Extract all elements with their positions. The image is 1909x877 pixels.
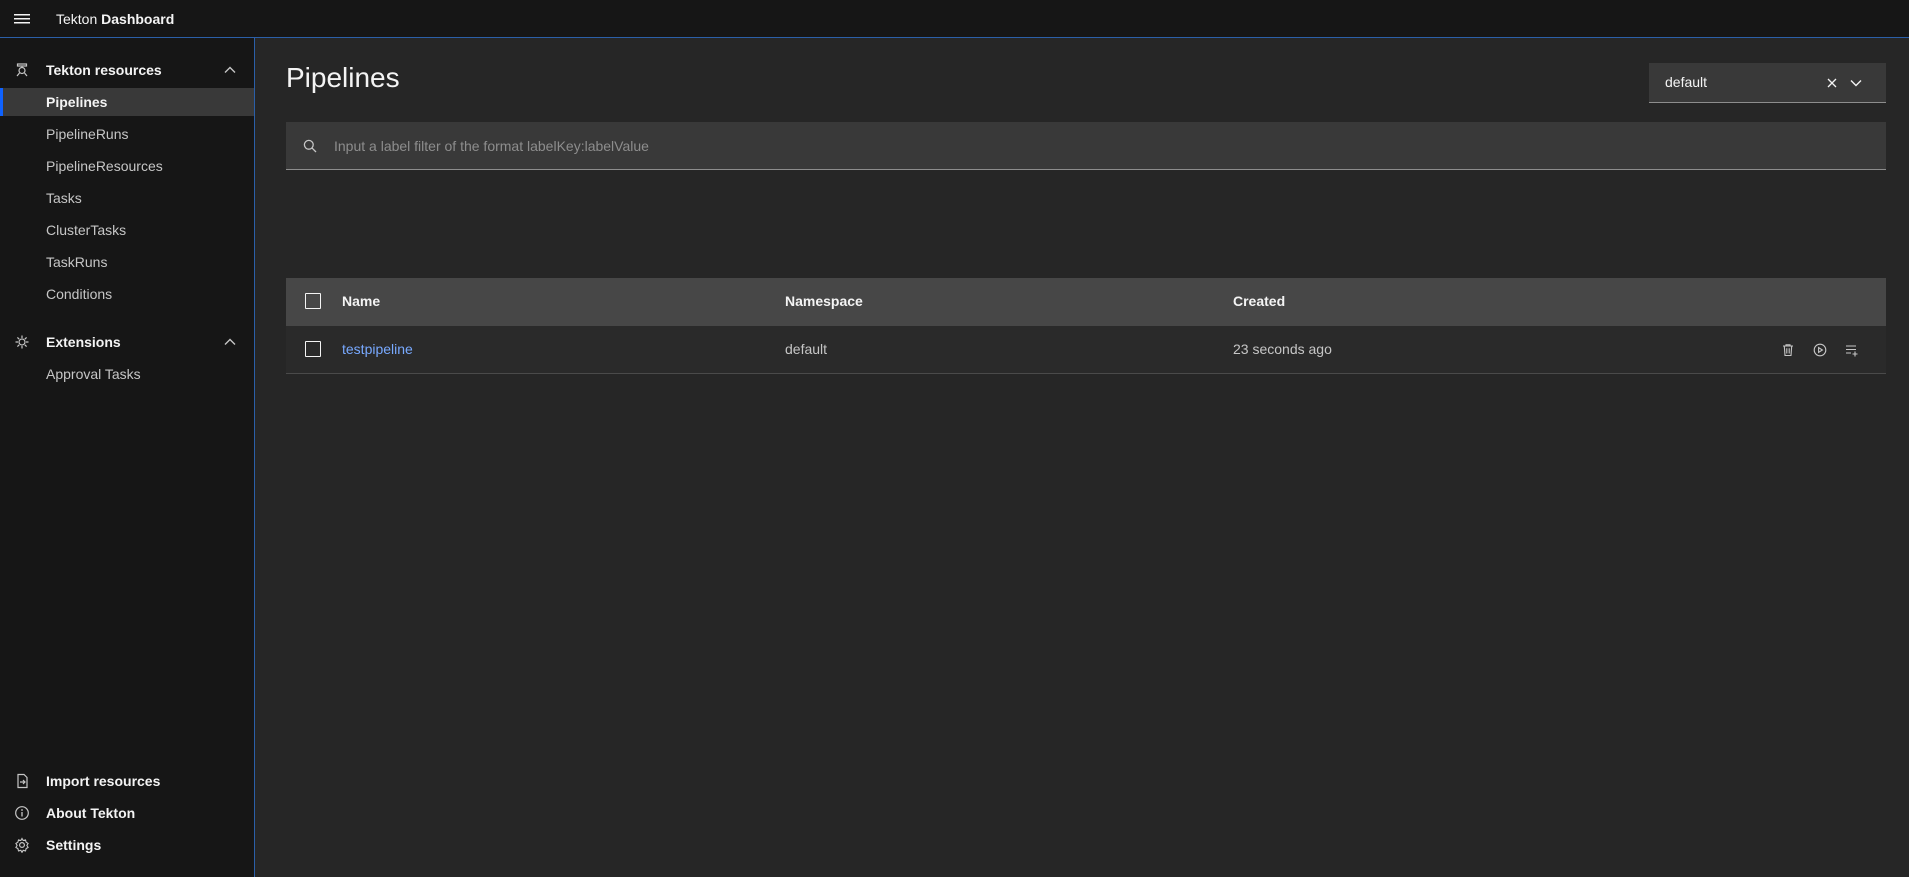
extensions-icon bbox=[14, 334, 30, 350]
sidebar-footer-label: Import resources bbox=[46, 773, 161, 789]
sidebar-item-pipelines[interactable]: Pipelines bbox=[0, 88, 254, 116]
sidebar-item-label: PipelineResources bbox=[46, 158, 163, 174]
namespace-dropdown[interactable]: default bbox=[1649, 63, 1886, 103]
sidebar-item-label: Tasks bbox=[46, 190, 82, 206]
import-icon bbox=[14, 773, 30, 789]
top-header: Tekton Dashboard bbox=[0, 0, 1909, 38]
pipeline-created: 23 seconds ago bbox=[1233, 341, 1332, 357]
sidebar-footer-label: About Tekton bbox=[46, 805, 136, 821]
delete-icon[interactable] bbox=[1780, 342, 1796, 358]
pipelines-table: Name Namespace Created testpipeline defa… bbox=[286, 278, 1886, 374]
sidebar-item-about-tekton[interactable]: About Tekton bbox=[0, 799, 254, 827]
sidebar-item-label: PipelineRuns bbox=[46, 126, 129, 142]
column-header-namespace[interactable]: Namespace bbox=[785, 293, 863, 309]
section-tekton-resources[interactable]: Tekton resources bbox=[0, 56, 254, 84]
gear-icon bbox=[14, 837, 30, 853]
chevron-up-icon[interactable] bbox=[222, 62, 238, 78]
namespace-value: default bbox=[1665, 74, 1708, 90]
select-all-checkbox[interactable] bbox=[305, 293, 321, 309]
hamburger-menu-button[interactable] bbox=[0, 4, 44, 34]
sidebar-item-label: Pipelines bbox=[46, 94, 108, 110]
section-title: Tekton resources bbox=[46, 62, 162, 78]
pipeline-namespace: default bbox=[785, 341, 828, 357]
brand-prefix: Tekton bbox=[56, 10, 98, 27]
sidebar-item-settings[interactable]: Settings bbox=[0, 831, 254, 859]
section-extensions[interactable]: Extensions bbox=[0, 328, 254, 356]
add-list-icon[interactable] bbox=[1844, 342, 1860, 358]
hamburger-icon bbox=[13, 12, 31, 26]
tekton-icon bbox=[14, 62, 30, 78]
sidebar-footer-label: Settings bbox=[46, 837, 102, 853]
column-header-name[interactable]: Name bbox=[342, 293, 380, 309]
sidebar-item-tasks[interactable]: Tasks bbox=[0, 184, 254, 212]
brand-bold: Dashboard bbox=[101, 10, 175, 27]
table-row: testpipeline default 23 seconds ago bbox=[286, 326, 1886, 374]
sidebar-item-pipelineresources[interactable]: PipelineResources bbox=[0, 152, 254, 180]
page-title: Pipelines bbox=[286, 62, 400, 93]
sidebar-item-approval-tasks[interactable]: Approval Tasks bbox=[0, 360, 254, 388]
app-brand[interactable]: Tekton Dashboard bbox=[56, 11, 174, 27]
pipeline-name-link[interactable]: testpipeline bbox=[342, 341, 413, 357]
chevron-down-icon[interactable] bbox=[1848, 75, 1864, 91]
sidebar-item-conditions[interactable]: Conditions bbox=[0, 280, 254, 308]
row-checkbox[interactable] bbox=[305, 341, 321, 357]
section-title: Extensions bbox=[46, 334, 121, 350]
sidebar-item-clustertasks[interactable]: ClusterTasks bbox=[0, 216, 254, 244]
table-header: Name Namespace Created bbox=[286, 278, 1886, 326]
column-header-created[interactable]: Created bbox=[1233, 293, 1285, 309]
chevron-up-icon[interactable] bbox=[222, 334, 238, 350]
play-icon[interactable] bbox=[1812, 342, 1828, 358]
sidebar-item-label: Conditions bbox=[46, 286, 113, 302]
sidebar-item-label: Approval Tasks bbox=[46, 366, 141, 382]
sidebar-item-pipelineruns[interactable]: PipelineRuns bbox=[0, 120, 254, 148]
sidebar: Tekton resources Pipelines PipelineRuns … bbox=[0, 38, 255, 877]
sidebar-item-label: TaskRuns bbox=[46, 254, 108, 270]
sidebar-item-label: ClusterTasks bbox=[46, 222, 127, 238]
label-filter-input[interactable] bbox=[334, 122, 1874, 169]
label-filter bbox=[286, 122, 1886, 170]
sidebar-item-import-resources[interactable]: Import resources bbox=[0, 767, 254, 795]
info-icon bbox=[14, 805, 30, 821]
search-icon bbox=[302, 138, 318, 154]
close-icon[interactable] bbox=[1824, 75, 1840, 91]
sidebar-item-taskruns[interactable]: TaskRuns bbox=[0, 248, 254, 276]
